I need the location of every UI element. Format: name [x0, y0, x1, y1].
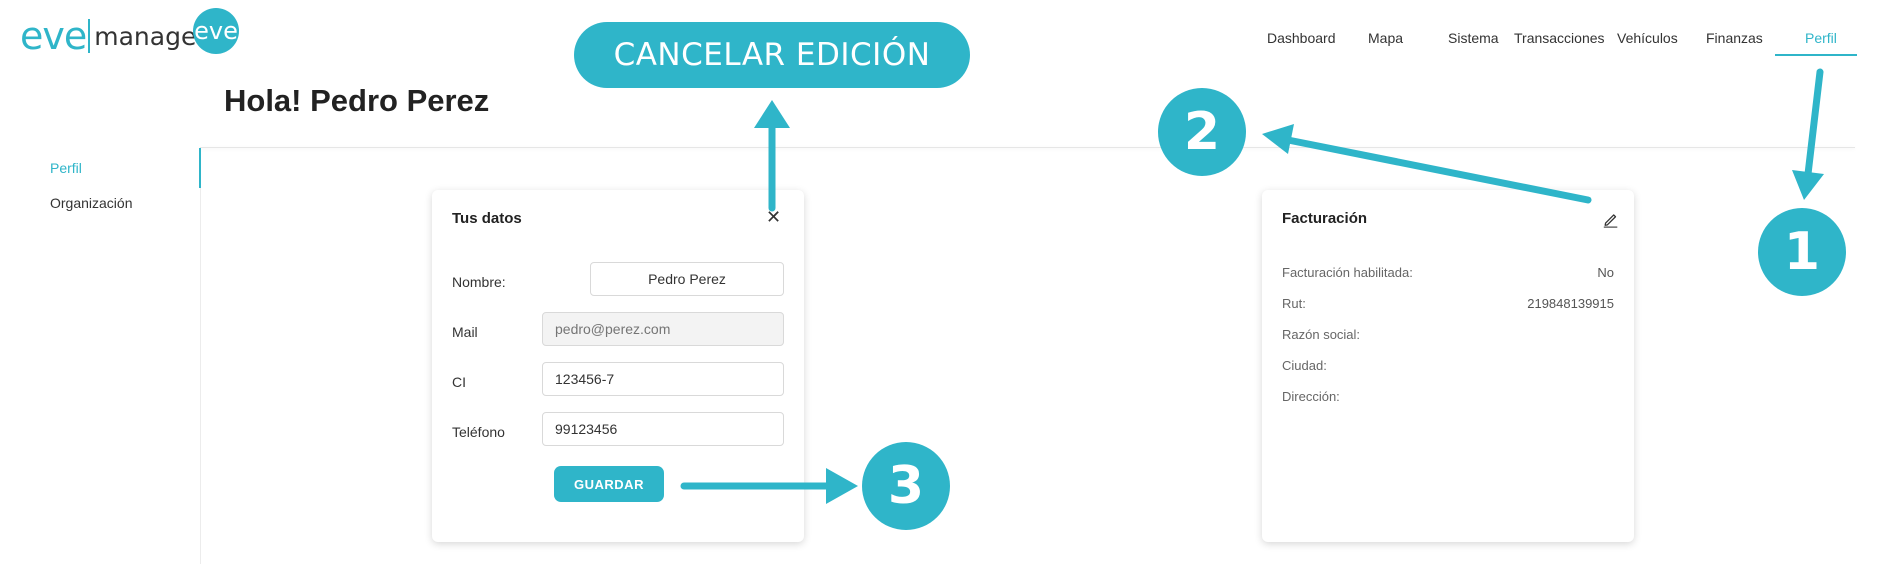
page-title: Hola! Pedro Perez — [224, 83, 490, 118]
header-divider — [200, 147, 1855, 148]
billing-enabled-label: Facturación habilitada: — [1282, 265, 1413, 280]
telefono-label: Teléfono — [452, 424, 505, 440]
step-1-badge: 1 — [1758, 208, 1846, 296]
sidebar-item-perfil[interactable]: Perfil — [50, 160, 82, 176]
rut-label: Rut: — [1282, 296, 1306, 311]
mail-label: Mail — [452, 324, 478, 340]
logo-suffix: manager — [94, 21, 207, 51]
sidebar-item-organizacion[interactable]: Organización — [50, 195, 133, 211]
step-2-badge: 2 — [1158, 88, 1246, 176]
direccion-label: Dirección: — [1282, 389, 1340, 404]
nav-item-sistema[interactable]: Sistema — [1448, 30, 1499, 46]
active-nav-indicator — [1775, 54, 1857, 56]
billing-enabled-value: No — [1597, 265, 1614, 280]
mail-input[interactable] — [542, 312, 784, 346]
nav-item-finanzas[interactable]: Finanzas — [1706, 30, 1763, 46]
nombre-label: Nombre: — [452, 274, 506, 290]
profile-card: Tus datos ✕ Nombre: Mail CI Teléfono GUA… — [432, 190, 804, 542]
ci-input[interactable] — [542, 362, 784, 396]
nav-item-dashboard[interactable]: Dashboard — [1267, 30, 1336, 46]
logo-divider — [88, 19, 91, 53]
arrow-to-step-2 — [1262, 124, 1592, 204]
nav-item-mapa[interactable]: Mapa — [1368, 30, 1403, 46]
ci-label: CI — [452, 374, 466, 390]
nav-item-transacciones[interactable]: Transacciones — [1514, 30, 1605, 46]
arrow-to-step-1 — [1792, 68, 1824, 200]
billing-card: Facturación Facturación habilitada: No R… — [1262, 190, 1634, 542]
app-logo[interactable]: eve manager — [20, 12, 207, 60]
save-button[interactable]: GUARDAR — [554, 466, 664, 502]
close-icon[interactable]: ✕ — [766, 208, 781, 226]
sidebar-divider — [200, 188, 201, 564]
rut-value: 219848139915 — [1527, 296, 1614, 311]
eve-badge-logo: eve — [193, 8, 239, 54]
cancel-edit-callout: CANCELAR EDICIÓN — [574, 22, 970, 88]
logo-wordmark: eve — [20, 14, 87, 58]
nombre-input[interactable] — [590, 262, 784, 296]
telefono-input[interactable] — [542, 412, 784, 446]
pencil-icon[interactable] — [1602, 210, 1620, 228]
nav-item-perfil[interactable]: Perfil — [1805, 30, 1837, 46]
sidebar-active-indicator — [199, 148, 201, 188]
billing-card-title: Facturación — [1282, 210, 1368, 227]
step-3-badge: 3 — [862, 442, 950, 530]
profile-card-title: Tus datos — [452, 210, 522, 227]
razon-social-label: Razón social: — [1282, 327, 1361, 342]
ciudad-label: Ciudad: — [1282, 358, 1327, 373]
nav-item-vehiculos[interactable]: Vehículos — [1617, 30, 1678, 46]
